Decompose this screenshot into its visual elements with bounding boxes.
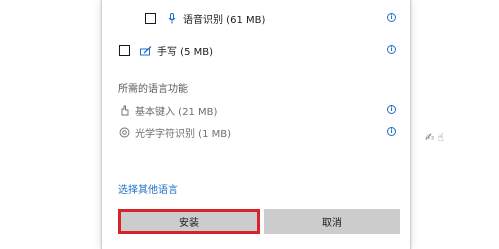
handwriting-checkbox[interactable] — [119, 45, 130, 56]
pen-icon — [140, 45, 152, 57]
speech-info-icon[interactable]: i — [387, 13, 396, 22]
handwriting-label: 手写 (5 MB) — [157, 47, 214, 58]
speech-label: 语音识别 (61 MB) — [183, 15, 266, 26]
handwriting-info-icon[interactable]: i — [387, 45, 396, 54]
install-language-features-dialog: 语音识别 (61 MB) i 手写 (5 MB) i 所需的语言功能 基本键入 — [102, 0, 410, 249]
speech-checkbox[interactable] — [145, 13, 156, 24]
microphone-icon — [166, 13, 178, 25]
feature-row-handwriting[interactable]: 手写 (5 MB) — [119, 43, 213, 58]
background-right — [412, 0, 499, 249]
background-feature-icons: ✍☝ — [425, 131, 447, 144]
pen-icon: ✍ — [425, 131, 438, 144]
ocr-label: 光学字符识别 (1 MB) — [135, 129, 232, 140]
typing-hand-icon — [118, 105, 130, 117]
cancel-button[interactable]: 取消 — [264, 209, 400, 234]
required-features-title: 所需的语言功能 — [118, 84, 188, 95]
ocr-info-icon[interactable]: i — [387, 127, 396, 136]
background-left — [0, 0, 100, 249]
required-item-ocr: 光学字符识别 (1 MB) — [118, 125, 231, 140]
choose-other-language-link[interactable]: 选择其他语言 — [118, 181, 178, 196]
basic-typing-info-icon[interactable]: i — [387, 105, 396, 114]
typing-hand-icon: ☝ — [437, 131, 447, 144]
basic-typing-label: 基本键入 (21 MB) — [135, 107, 218, 118]
feature-row-speech[interactable]: 语音识别 (61 MB) — [145, 11, 265, 26]
install-button[interactable]: 安装 — [118, 209, 260, 234]
ocr-eye-icon — [118, 127, 130, 139]
screen: ✍☝ 语音识别 (61 MB) i 手写 (5 MB) i 所需的语言功能 基本… — [0, 0, 499, 249]
required-item-basic-typing: 基本键入 (21 MB) — [118, 103, 217, 118]
